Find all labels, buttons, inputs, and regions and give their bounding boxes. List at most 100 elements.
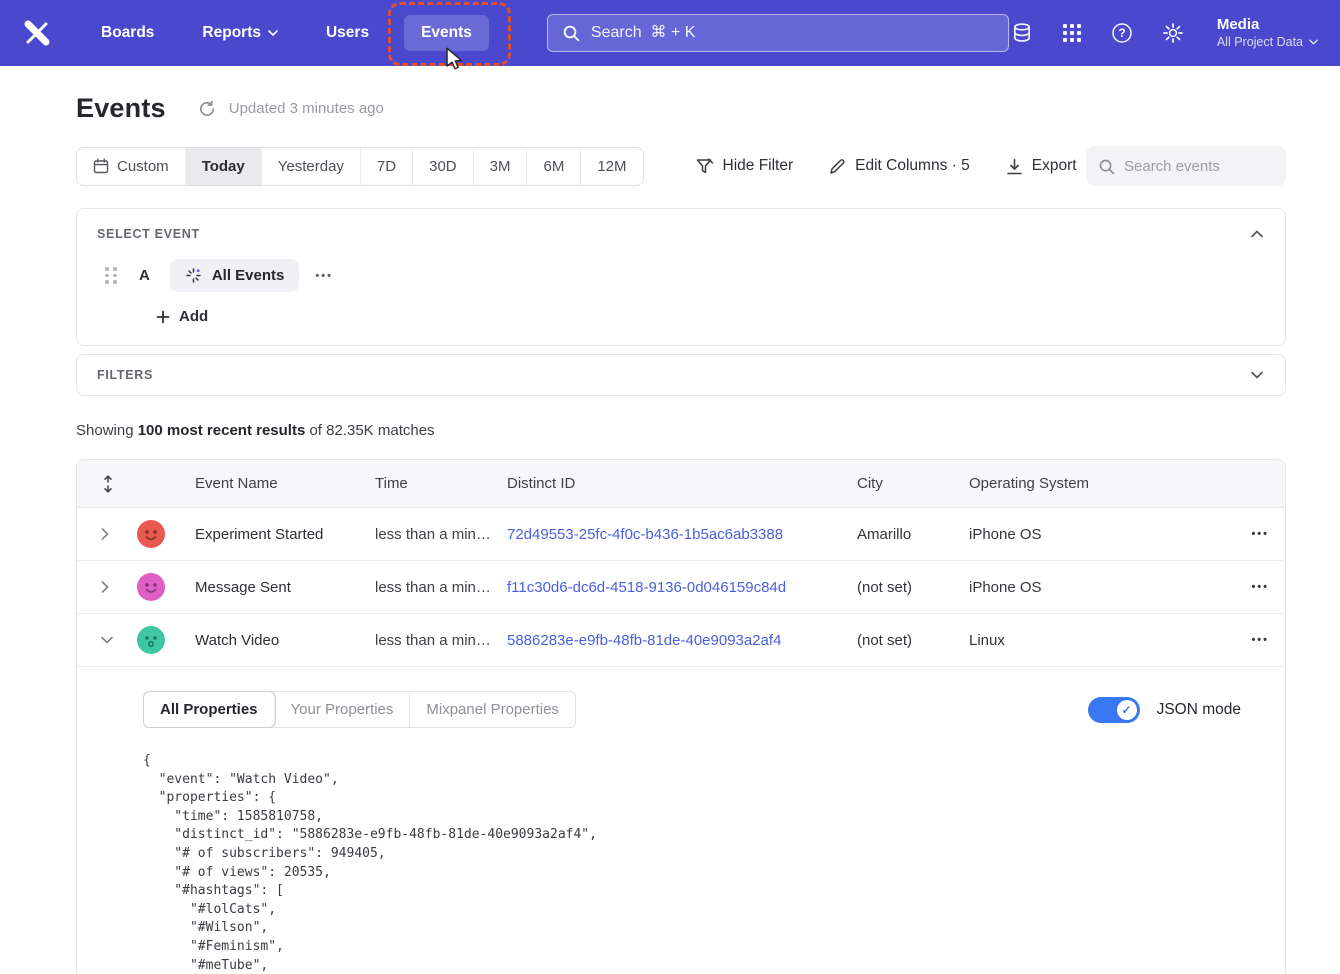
row-more-button[interactable]: ••• (1213, 528, 1269, 540)
cell-city: (not set) (857, 579, 969, 596)
plus-icon (156, 310, 170, 324)
cell-os: iPhone OS (969, 579, 1213, 596)
collapse-row-chevron-down-icon[interactable] (101, 636, 137, 644)
row-more-button[interactable]: ••• (1213, 634, 1269, 646)
row-detail-panel: All Properties Your Properties Mixpanel … (77, 667, 1285, 974)
event-more-button[interactable]: ••• (315, 270, 333, 282)
date-range-custom[interactable]: Custom (77, 148, 186, 185)
events-table: Event Name Time Distinct ID City Operati… (76, 459, 1286, 974)
event-sparkle-icon (185, 267, 202, 284)
edit-columns-button[interactable]: Edit Columns · 5 (829, 157, 970, 175)
nav-item-boards[interactable]: Boards (88, 15, 167, 51)
nav-item-users[interactable]: Users (313, 15, 382, 51)
main-content: Events Updated 3 minutes ago Custom (0, 66, 1340, 974)
add-event-button[interactable]: Add (156, 308, 1265, 325)
column-header-operating-system[interactable]: Operating System (969, 475, 1213, 492)
download-icon (1006, 158, 1023, 175)
cell-event-name: Watch Video (185, 632, 375, 649)
column-header-city[interactable]: City (857, 475, 969, 492)
column-header-distinct-id[interactable]: Distinct ID (507, 475, 857, 492)
toggle-knob-check-icon: ✓ (1117, 700, 1137, 720)
tab-all-properties[interactable]: All Properties (144, 692, 275, 727)
cell-os: Linux (969, 632, 1213, 649)
event-chip-label: All Events (212, 267, 285, 284)
nav-item-reports[interactable]: Reports (189, 15, 291, 51)
export-button[interactable]: Export (1006, 157, 1077, 175)
chevron-down-icon (268, 30, 278, 36)
cell-time: less than a min… (375, 526, 507, 543)
mixpanel-logo-icon[interactable] (22, 18, 52, 48)
tab-mixpanel-properties[interactable]: Mixpanel Properties (410, 692, 575, 727)
properties-tabs: All Properties Your Properties Mixpanel … (143, 691, 576, 728)
settings-gear-icon[interactable] (1162, 22, 1184, 44)
cell-distinct-id-link[interactable]: f11c30d6-dc6d-4518-9136-0d046159c84d (507, 579, 857, 596)
add-label: Add (179, 308, 208, 325)
project-selector[interactable]: Media All Project Data (1217, 16, 1318, 51)
column-header-time[interactable]: Time (375, 475, 507, 492)
expand-row-chevron-right-icon[interactable] (101, 528, 137, 540)
cell-distinct-id-link[interactable]: 5886283e-e9fb-48fb-81de-40e9093a2af4 (507, 632, 857, 649)
nav-item-events-wrapper: Events (404, 15, 489, 51)
updated-timestamp: Updated 3 minutes ago (229, 100, 384, 117)
chevron-down-icon (1309, 39, 1318, 45)
svg-text:?: ? (1118, 26, 1125, 40)
nav-item-reports-label: Reports (202, 24, 261, 42)
search-events-input[interactable] (1124, 158, 1274, 175)
collapse-section-chevron-up-icon[interactable] (1249, 228, 1265, 240)
help-icon[interactable]: ? (1111, 22, 1133, 44)
date-range-6m[interactable]: 6M (527, 148, 581, 185)
row-more-button[interactable]: ••• (1213, 581, 1269, 593)
table-row-expanded[interactable]: Watch Video less than a min… 5886283e-e9… (77, 614, 1285, 667)
event-avatar (137, 520, 165, 548)
project-subtitle: All Project Data (1217, 34, 1303, 50)
refresh-icon[interactable] (198, 100, 216, 118)
data-management-icon[interactable] (1011, 22, 1033, 44)
event-row-letter: A (139, 267, 150, 284)
cell-event-name: Experiment Started (185, 526, 375, 543)
edit-columns-label: Edit Columns · 5 (855, 157, 970, 175)
drag-handle[interactable] (105, 267, 117, 284)
hide-filter-label: Hide Filter (723, 157, 794, 175)
hide-filter-button[interactable]: Hide Filter (696, 157, 794, 175)
column-header-event-name[interactable]: Event Name (185, 475, 375, 492)
nav-right-controls: ? Media All Project Data (1011, 16, 1318, 51)
export-label: Export (1032, 157, 1077, 175)
mouse-cursor-icon (445, 47, 463, 71)
select-event-card: SELECT EVENT A (76, 208, 1286, 346)
cell-distinct-id-link[interactable]: 72d49553-25fc-4f0c-b436-1b5ac6ab3388 (507, 526, 857, 543)
table-row[interactable]: Message Sent less than a min… f11c30d6-d… (77, 561, 1285, 614)
event-selector-chip[interactable]: All Events (170, 259, 300, 292)
date-range-yesterday[interactable]: Yesterday (262, 148, 361, 185)
search-icon (1098, 158, 1115, 175)
cell-time: less than a min… (375, 632, 507, 649)
search-events-field[interactable] (1086, 146, 1286, 186)
search-icon (562, 24, 580, 42)
apps-grid-icon[interactable] (1062, 23, 1082, 43)
page-title: Events (76, 93, 166, 124)
top-nav: Boards Reports Users Events (0, 0, 1340, 66)
expand-filters-chevron-down-icon[interactable] (1249, 369, 1265, 381)
date-range-12m[interactable]: 12M (581, 148, 642, 185)
table-row[interactable]: Experiment Started less than a min… 72d4… (77, 508, 1285, 561)
cell-event-name: Message Sent (185, 579, 375, 596)
select-event-label: SELECT EVENT (97, 227, 200, 241)
pencil-icon (829, 158, 846, 175)
collapse-rows-icon[interactable] (101, 475, 137, 493)
project-name: Media (1217, 16, 1318, 35)
date-range-30d[interactable]: 30D (413, 148, 474, 185)
cell-city: (not set) (857, 632, 969, 649)
date-range-3m[interactable]: 3M (474, 148, 528, 185)
results-count: 100 most recent results (138, 422, 306, 439)
date-range-group: Custom Today Yesterday 7D 30D 3M 6M 12M (76, 147, 644, 186)
date-range-today[interactable]: Today (186, 148, 262, 185)
date-range-7d[interactable]: 7D (361, 148, 413, 185)
cell-os: iPhone OS (969, 526, 1213, 543)
expand-row-chevron-right-icon[interactable] (101, 581, 137, 593)
global-search[interactable] (547, 14, 1009, 52)
json-mode-toggle[interactable]: ✓ (1088, 697, 1140, 723)
cell-time: less than a min… (375, 579, 507, 596)
tab-your-properties[interactable]: Your Properties (275, 692, 411, 727)
nav-item-events[interactable]: Events (404, 15, 489, 51)
global-search-input[interactable] (591, 24, 994, 42)
filters-label: FILTERS (97, 368, 153, 382)
